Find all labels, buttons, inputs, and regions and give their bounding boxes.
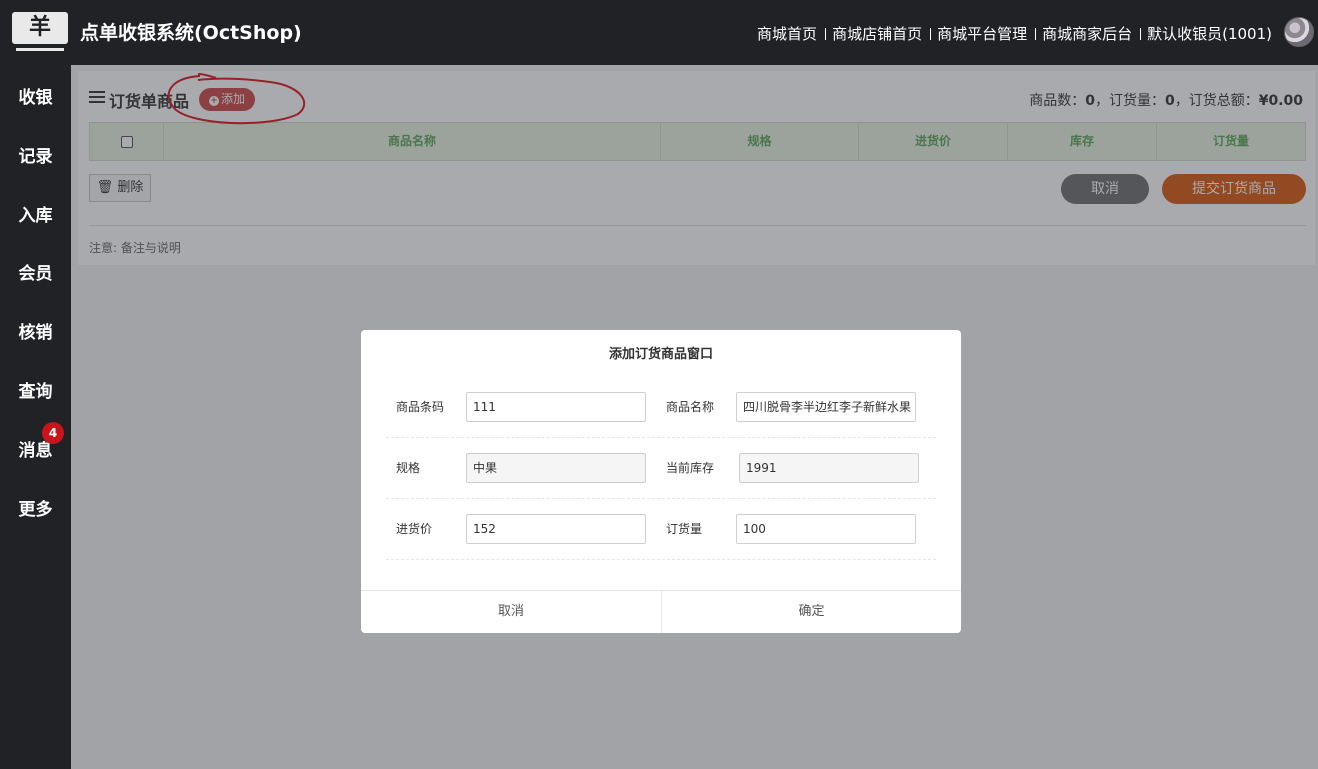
sidebar-item-query[interactable]: 查询 [0,377,71,402]
purchase-price-input[interactable]: 152 [466,514,646,544]
barcode-label: 商品条码 [396,400,445,414]
nav-separator [1140,27,1142,40]
dialog-title: 添加订货商品窗口 [608,347,713,362]
dialog-cancel-button[interactable]: 取消 [361,591,661,633]
purchase-price-label: 进货价 [396,522,433,536]
sidebar: 收银 记录 入库 会员 核销 查询 消息 4 更多 [0,65,71,769]
nav-separator [930,27,932,40]
sidebar-item-records[interactable]: 记录 [0,142,71,167]
logo-underline [16,48,64,51]
nav-separator [1035,27,1037,40]
form-row: 商品条码 111 商品名称 四川脱骨李半边红李子新鲜水果 [386,377,936,438]
nav-mall-home[interactable]: 商城首页 [757,23,817,44]
nav-separator [825,27,827,40]
sidebar-item-members[interactable]: 会员 [0,259,71,284]
logo-glyph: 羊 [12,12,68,44]
top-bar: 羊 点单收银系统(OctShop) 商城首页 商城店铺首页 商城平台管理 商城商… [0,0,1318,65]
avatar[interactable] [1284,17,1314,47]
dialog-footer: 取消 确定 [361,590,961,633]
spec-label: 规格 [396,461,421,475]
nav-platform-admin[interactable]: 商城平台管理 [937,23,1027,44]
app-logo[interactable]: 羊 [12,12,68,54]
message-count-badge: 4 [42,422,64,444]
current-stock-input[interactable]: 1991 [739,453,919,483]
sidebar-item-verify[interactable]: 核销 [0,318,71,343]
sidebar-item-stock-in[interactable]: 入库 [0,201,71,226]
order-qty-label: 订货量 [666,522,703,536]
product-name-input[interactable]: 四川脱骨李半边红李子新鲜水果 [736,392,916,422]
product-name-label: 商品名称 [666,400,715,414]
spec-input[interactable]: 中果 [466,453,646,483]
nav-merchant-backend[interactable]: 商城商家后台 [1042,23,1132,44]
app-title: 点单收银系统(OctShop) [80,22,302,44]
add-order-item-dialog: 添加订货商品窗口 商品条码 111 商品名称 四川脱骨李半边红李子新鲜水果 规格… [361,330,961,633]
form-row: 规格 中果 当前库存 1991 [386,438,936,499]
current-stock-label: 当前库存 [666,461,715,475]
top-navigation: 商城首页 商城店铺首页 商城平台管理 商城商家后台 默认收银员(1001) [757,23,1272,44]
form-row: 进货价 152 订货量 100 [386,499,936,560]
sidebar-item-label: 消息 [18,441,53,461]
nav-cashier-user[interactable]: 默认收银员(1001) [1147,23,1272,44]
nav-store-home[interactable]: 商城店铺首页 [832,23,922,44]
sidebar-item-messages[interactable]: 消息 4 [0,422,71,461]
order-qty-input[interactable]: 100 [736,514,916,544]
barcode-input[interactable]: 111 [466,392,646,422]
sidebar-item-more[interactable]: 更多 [0,495,71,520]
sidebar-item-cashier[interactable]: 收银 [0,83,71,108]
dialog-confirm-button[interactable]: 确定 [661,591,961,633]
